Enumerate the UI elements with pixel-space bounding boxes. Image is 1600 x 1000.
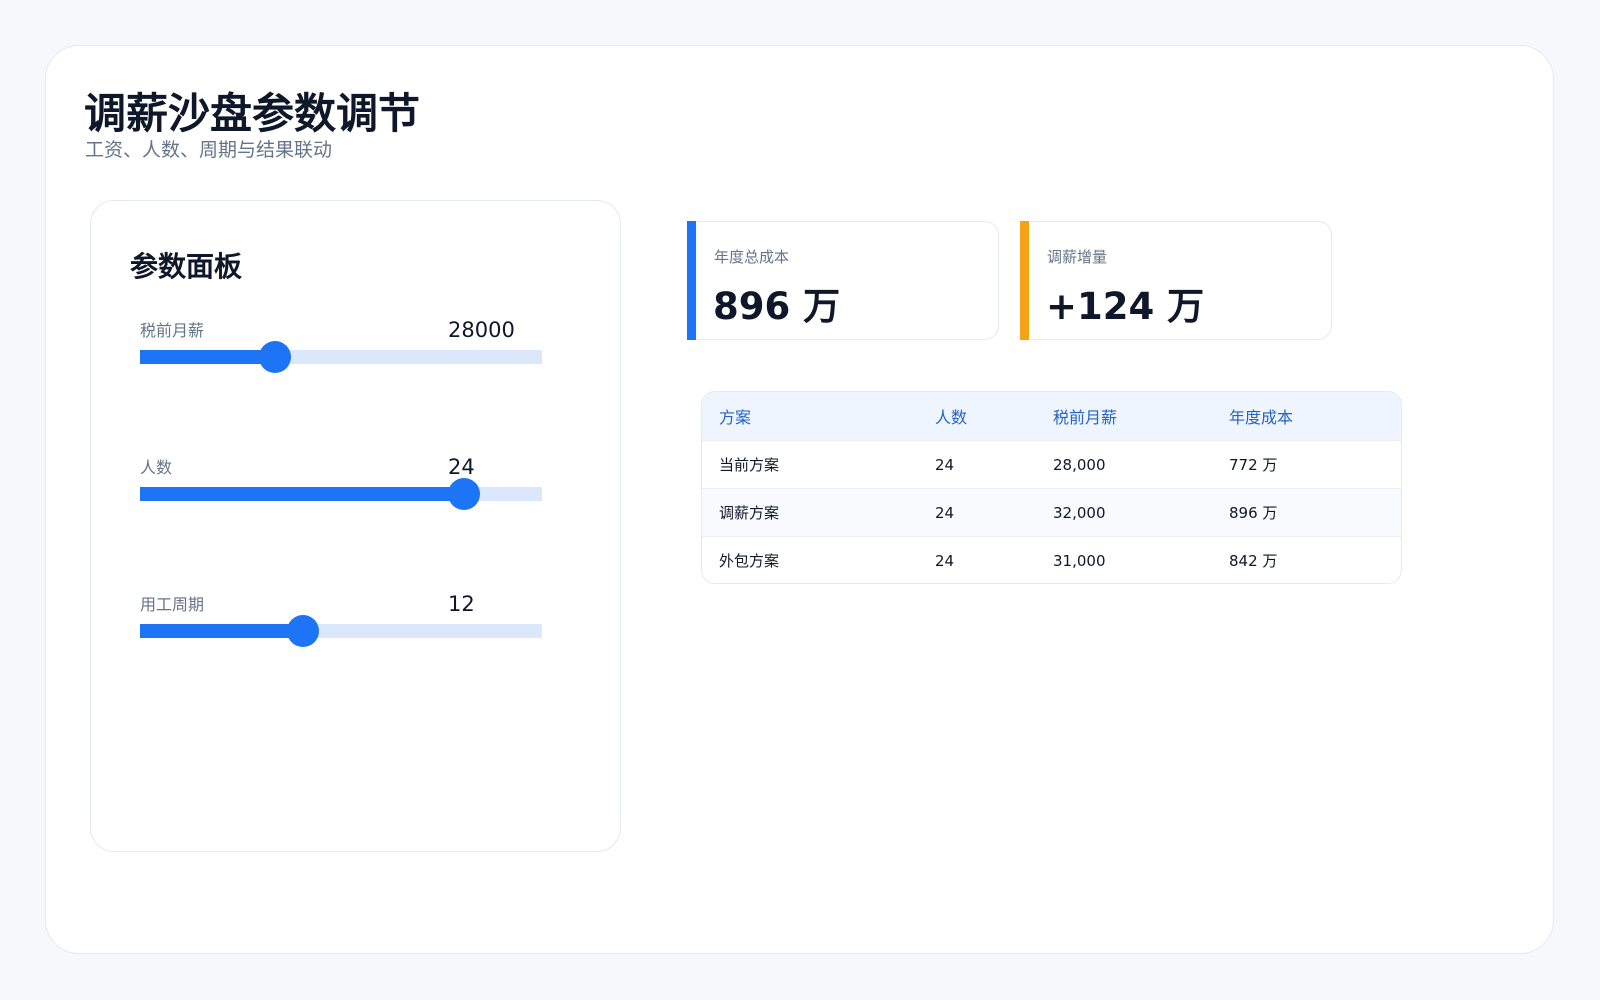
kpi-raise-increment: 调薪增量 +124 万 [1020, 221, 1332, 340]
table-header-row: 方案 人数 税前月薪 年度成本 [702, 392, 1401, 441]
table-cell: 外包方案 [702, 536, 918, 583]
plan-comparison-table: 方案 人数 税前月薪 年度成本 当前方案 24 28,000 772 万 调薪方… [701, 391, 1402, 584]
table-cell: 772 万 [1212, 440, 1401, 489]
slider-fill [140, 350, 275, 364]
slider-label: 用工周期 [140, 595, 205, 614]
kpi-annual-cost: 年度总成本 896 万 [687, 221, 999, 340]
kpi-accent-bar [1020, 221, 1029, 340]
slider-fill [140, 624, 303, 638]
main-card: 调薪沙盘参数调节 工资、人数、周期与结果联动 参数面板 税前月薪 28000 人… [45, 45, 1554, 954]
slider-value: 24 [448, 455, 475, 479]
panel-title: 参数面板 [130, 250, 243, 283]
table-row: 外包方案 24 31,000 842 万 [702, 536, 1401, 583]
kpi-label: 年度总成本 [714, 248, 790, 266]
kpi-accent-bar [687, 221, 696, 340]
table-cell: 842 万 [1212, 536, 1401, 583]
slider-thumb[interactable] [258, 341, 291, 373]
table-cell: 896 万 [1212, 488, 1401, 537]
slider-thumb[interactable] [447, 478, 480, 510]
headcount-slider: 人数 24 [140, 454, 542, 514]
table-row: 调薪方案 24 32,000 896 万 [702, 488, 1401, 537]
table-cell: 32,000 [1036, 488, 1212, 537]
table-row: 当前方案 24 28,000 772 万 [702, 440, 1401, 489]
table-cell: 24 [918, 536, 1036, 583]
slider-label: 税前月薪 [140, 321, 205, 340]
table-cell: 当前方案 [702, 440, 918, 489]
table-cell: 24 [918, 488, 1036, 537]
table-cell: 28,000 [1036, 440, 1212, 489]
table-cell: 调薪方案 [702, 488, 918, 537]
column-header: 人数 [918, 392, 1036, 441]
parameter-panel: 参数面板 税前月薪 28000 人数 24 用工周期 12 [90, 200, 621, 852]
slider-label: 人数 [140, 458, 173, 477]
slider-track[interactable] [140, 615, 542, 647]
slider-track[interactable] [140, 341, 542, 373]
slider-thumb[interactable] [286, 615, 319, 647]
kpi-label: 调薪增量 [1047, 248, 1108, 266]
table-cell: 24 [918, 440, 1036, 489]
page-subtitle: 工资、人数、周期与结果联动 [85, 139, 333, 161]
column-header: 年度成本 [1212, 392, 1401, 441]
table-cell: 31,000 [1036, 536, 1212, 583]
page-title: 调薪沙盘参数调节 [84, 89, 421, 138]
slider-value: 12 [448, 592, 475, 616]
slider-value: 28000 [448, 318, 515, 342]
column-header: 税前月薪 [1036, 392, 1212, 441]
kpi-value: +124 万 [1046, 285, 1205, 328]
slider-fill [140, 487, 464, 501]
kpi-value: 896 万 [713, 285, 841, 328]
column-header: 方案 [702, 392, 918, 441]
salary-slider: 税前月薪 28000 [140, 317, 542, 377]
slider-track[interactable] [140, 478, 542, 510]
period-slider: 用工周期 12 [140, 591, 542, 651]
